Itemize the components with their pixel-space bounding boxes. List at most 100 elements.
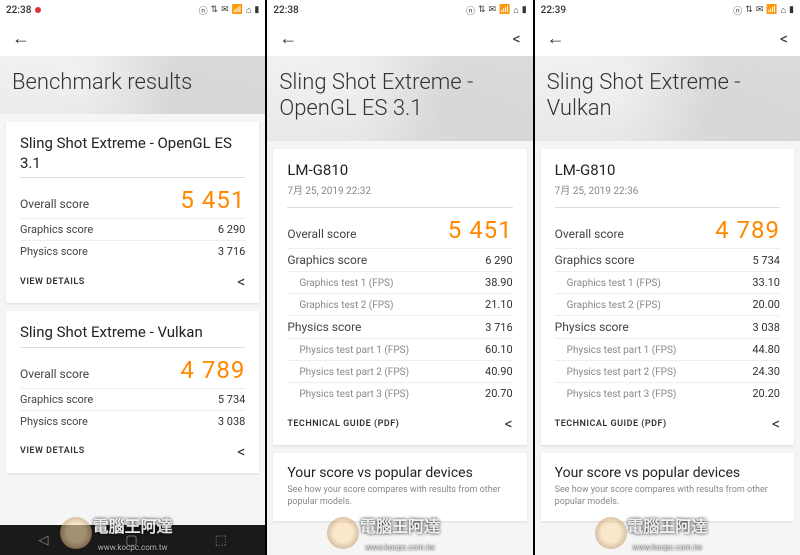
- score-row: Physics test part 3 (FPS)20.20: [555, 383, 780, 404]
- score-row: Graphics score 6 290: [20, 219, 245, 241]
- score-row: Physics test part 2 (FPS)40.90: [287, 361, 512, 383]
- score-row: Physics score 3 038: [20, 411, 245, 432]
- score-row: Graphics test 2 (FPS) 21.10: [287, 294, 512, 316]
- compare-subtitle: See how your score compares with results…: [287, 485, 512, 508]
- overall-score-row: Overall score 5 451: [20, 177, 245, 219]
- status-bar: 22:38 ⓝ⇅✉📶⌂▮: [0, 0, 265, 20]
- share-icon[interactable]: <: [513, 29, 521, 48]
- nav-back-icon[interactable]: ◁: [38, 533, 48, 548]
- card-title: Sling Shot Extreme - OpenGL ES 3.1: [20, 134, 245, 173]
- result-card-vulkan: Sling Shot Extreme - Vulkan Overall scor…: [6, 311, 259, 473]
- score-row: Graphics test 1 (FPS)38.90: [287, 272, 512, 294]
- share-icon[interactable]: <: [505, 414, 513, 433]
- status-indicator-icon: ⇅: [211, 5, 219, 15]
- score-label: Graphics test 2 (FPS): [287, 300, 393, 311]
- score-row: Physics test part 3 (FPS) 20.70: [287, 383, 512, 404]
- device-name: LM-G810: [555, 161, 780, 181]
- technical-guide-link[interactable]: TECHNICAL GUIDE (PDF): [287, 419, 399, 429]
- technical-guide-link[interactable]: TECHNICAL GUIDE (PDF): [555, 419, 667, 429]
- device-name: LM-G810: [287, 161, 512, 181]
- nav-recent-icon[interactable]: ⬚: [215, 533, 227, 548]
- share-icon[interactable]: <: [780, 29, 788, 48]
- status-indicator-icon: ⌂: [513, 5, 518, 16]
- compare-title: Your score vs popular devices: [555, 465, 780, 481]
- card-footer: VIEW DETAILS <: [20, 432, 245, 461]
- overall-score-row: Overall score 5 451: [287, 207, 512, 249]
- status-time: 22:39: [541, 5, 566, 16]
- view-details-link[interactable]: VIEW DETAILS: [20, 277, 85, 287]
- score-label: Graphics score: [287, 253, 367, 267]
- score-row: Physics score 3 038: [555, 316, 780, 339]
- overall-value: 5 451: [180, 186, 245, 214]
- score-row: Graphics score5 734: [555, 249, 780, 272]
- nav-bar: ◁ ▢ ⬚: [0, 525, 265, 555]
- card-footer: VIEW DETAILS <: [20, 262, 245, 291]
- phone-panel-2: 22:38 ⓝ⇅✉📶⌂▮ ← < Sling Shot Extreme - Op…: [267, 0, 532, 555]
- score-label: Physics test part 2 (FPS): [555, 367, 677, 378]
- status-bar: 22:39 ⓝ⇅✉📶⌂▮: [535, 0, 800, 20]
- content-area: LM-G810 7月 25, 2019 22:32 Overall score …: [267, 141, 532, 555]
- status-indicator-icon: ▮: [254, 5, 259, 15]
- status-indicator-icon: ▮: [789, 5, 794, 15]
- status-icons: ⓝ⇅✉📶⌂▮: [466, 4, 527, 17]
- score-row: Graphics score 5 734: [20, 389, 245, 411]
- status-indicator-icon: ⓝ: [466, 4, 475, 17]
- hero-banner: Sling Shot Extreme - Vulkan: [535, 56, 800, 141]
- score-value: 24.30: [752, 365, 780, 378]
- score-value: 5 734: [753, 254, 780, 267]
- score-row: Physics test part 1 (FPS)44.80: [555, 339, 780, 361]
- app-header: ← <: [535, 20, 800, 56]
- score-row: Graphics test 1 (FPS)33.10: [555, 272, 780, 294]
- view-details-link[interactable]: VIEW DETAILS: [20, 446, 85, 456]
- status-indicator-icon: 📶: [232, 5, 243, 15]
- status-time: 22:38: [273, 5, 298, 16]
- detail-card: LM-G810 7月 25, 2019 22:36 Overall score …: [541, 149, 794, 446]
- status-indicator-icon: ✉: [756, 5, 764, 15]
- status-indicator-icon: ▮: [522, 5, 527, 15]
- status-indicator-icon: ⓝ: [733, 4, 742, 17]
- status-icons: ⓝ⇅✉📶⌂▮: [199, 4, 260, 17]
- phone-panel-1: 22:38 ⓝ⇅✉📶⌂▮ ← Benchmark results Sling S…: [0, 0, 265, 555]
- share-icon[interactable]: <: [237, 442, 245, 461]
- score-value: 38.90: [485, 276, 513, 289]
- overall-score-row: Overall score 4 789: [555, 207, 780, 249]
- notification-dot: [35, 7, 41, 13]
- app-header: ←: [0, 20, 265, 56]
- score-value: 3 038: [753, 321, 780, 334]
- score-row: Graphics score6 290: [287, 249, 512, 272]
- overall-label: Overall score: [20, 367, 89, 381]
- status-indicator-icon: ⓝ: [199, 4, 208, 17]
- app-header: ← <: [267, 20, 532, 56]
- score-value: 20.70: [485, 387, 513, 400]
- detail-card: LM-G810 7月 25, 2019 22:32 Overall score …: [273, 149, 526, 446]
- score-label: Physics test part 2 (FPS): [287, 367, 409, 378]
- status-indicator-icon: ⇅: [478, 5, 486, 15]
- card-footer: TECHNICAL GUIDE (PDF) <: [287, 404, 512, 433]
- score-label: Physics test part 3 (FPS): [555, 389, 677, 400]
- watermark-avatar: [595, 517, 627, 549]
- score-value: 60.10: [485, 343, 513, 356]
- score-label: Physics score: [287, 320, 361, 334]
- score-label: Graphics test 1 (FPS): [555, 278, 661, 289]
- result-card-opengl: Sling Shot Extreme - OpenGL ES 3.1 Overa…: [6, 122, 259, 303]
- score-value: 21.10: [485, 298, 513, 311]
- card-title: Sling Shot Extreme - Vulkan: [20, 323, 245, 343]
- score-label: Physics test part 3 (FPS): [287, 389, 409, 400]
- status-indicator-icon: ⌂: [781, 5, 786, 16]
- compare-section: Your score vs popular devices See how yo…: [541, 453, 794, 520]
- status-indicator-icon: 📶: [766, 5, 777, 15]
- page-title: Benchmark results: [12, 70, 253, 96]
- score-row: Physics score3 716: [287, 316, 512, 339]
- timestamp: 7月 25, 2019 22:32: [287, 182, 512, 197]
- content-area: Sling Shot Extreme - OpenGL ES 3.1 Overa…: [0, 114, 265, 525]
- back-icon[interactable]: ←: [547, 28, 565, 49]
- overall-label: Overall score: [20, 197, 89, 211]
- score-label: Physics test part 1 (FPS): [287, 345, 409, 356]
- back-icon[interactable]: ←: [279, 28, 297, 49]
- score-label: Physics score: [555, 320, 629, 334]
- share-icon[interactable]: <: [237, 272, 245, 291]
- nav-home-icon[interactable]: ▢: [125, 533, 137, 548]
- share-icon[interactable]: <: [772, 414, 780, 433]
- back-icon[interactable]: ←: [12, 28, 30, 49]
- watermark-avatar: [60, 517, 92, 549]
